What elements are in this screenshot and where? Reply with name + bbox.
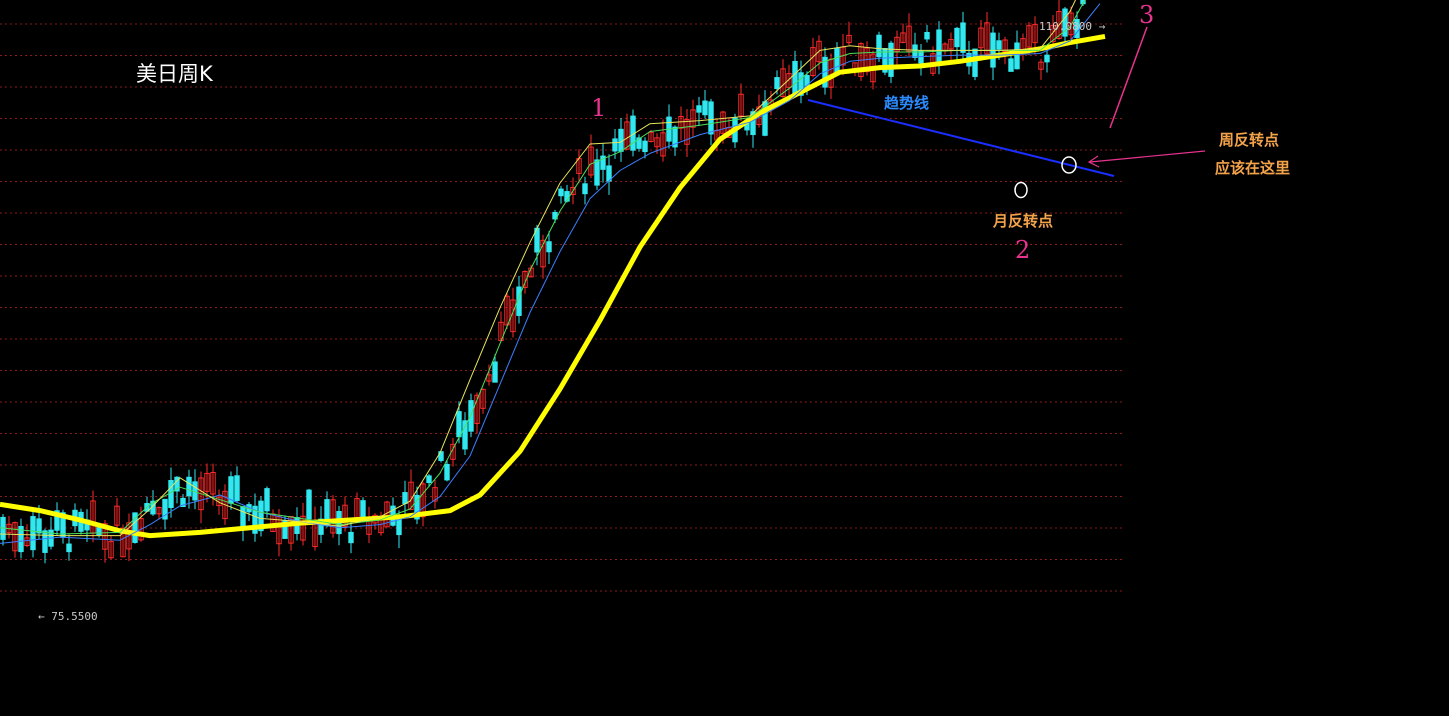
candle-body bbox=[360, 500, 366, 518]
candle-body bbox=[612, 138, 618, 152]
candle-body bbox=[66, 543, 72, 553]
candle-body bbox=[912, 44, 918, 58]
candle-body bbox=[834, 47, 840, 73]
candle-body bbox=[234, 475, 240, 502]
chart-title: 美日周K bbox=[136, 62, 213, 86]
candle-body bbox=[696, 105, 702, 113]
candle-body bbox=[546, 241, 552, 253]
weekly-reversal-arrow bbox=[1089, 150, 1206, 163]
price-low-label: ← 75.5500 bbox=[38, 610, 98, 623]
peak3-pointer bbox=[1109, 26, 1148, 129]
candle-body bbox=[348, 531, 354, 544]
candle-body bbox=[402, 492, 408, 504]
candle-body bbox=[708, 101, 714, 135]
monthly-reversal-marker bbox=[1014, 181, 1028, 199]
candle-body bbox=[444, 463, 450, 481]
candle-body bbox=[168, 480, 174, 509]
candle-body bbox=[960, 22, 966, 53]
candle-body bbox=[642, 140, 648, 153]
candle-body bbox=[96, 527, 102, 536]
candle-body bbox=[594, 159, 600, 186]
peak-label-3: 3 bbox=[1139, 1, 1155, 29]
candle-body bbox=[954, 27, 960, 48]
candle-body bbox=[936, 29, 942, 64]
candle-body bbox=[36, 518, 42, 534]
candle-body bbox=[1014, 42, 1020, 70]
candle-body bbox=[996, 40, 1002, 50]
candle-body bbox=[468, 400, 474, 432]
candle-body bbox=[792, 60, 798, 95]
candle-body bbox=[42, 530, 48, 553]
weekly-reversal-label: 周反转点 bbox=[1219, 131, 1280, 149]
monthly-reversal-label: 月反转点 bbox=[993, 212, 1054, 230]
candle-body bbox=[426, 475, 432, 484]
candle-body bbox=[492, 361, 498, 383]
candle-body bbox=[774, 77, 780, 90]
candle-body bbox=[264, 488, 270, 512]
candle-body bbox=[558, 188, 564, 197]
weekly-reversal-note: 应该在这里 bbox=[1215, 159, 1291, 177]
trendline-label: 趋势线 bbox=[884, 94, 930, 112]
candle-body bbox=[702, 100, 708, 116]
candle-body bbox=[30, 516, 36, 551]
candlestick-chart bbox=[0, 0, 1206, 592]
candle-body bbox=[1008, 58, 1014, 72]
candle-body bbox=[1044, 54, 1050, 63]
candle-body bbox=[972, 48, 978, 77]
candle-body bbox=[456, 411, 462, 438]
candle-body bbox=[306, 489, 312, 520]
candle-body bbox=[924, 31, 930, 40]
peak-label-2: 2 bbox=[1015, 236, 1031, 264]
candle-body bbox=[462, 420, 468, 450]
candle-body bbox=[396, 519, 402, 536]
ma-line-ma_long bbox=[0, 33, 1106, 539]
trendline bbox=[807, 99, 1115, 177]
candle-body bbox=[240, 506, 246, 529]
peak-label-1: 1 bbox=[591, 94, 607, 122]
candle-body bbox=[582, 183, 588, 195]
candle-body bbox=[876, 34, 882, 58]
candle-body bbox=[186, 476, 192, 497]
candle-body bbox=[888, 42, 894, 77]
price-high-label: 110.0800 → bbox=[1039, 20, 1106, 33]
